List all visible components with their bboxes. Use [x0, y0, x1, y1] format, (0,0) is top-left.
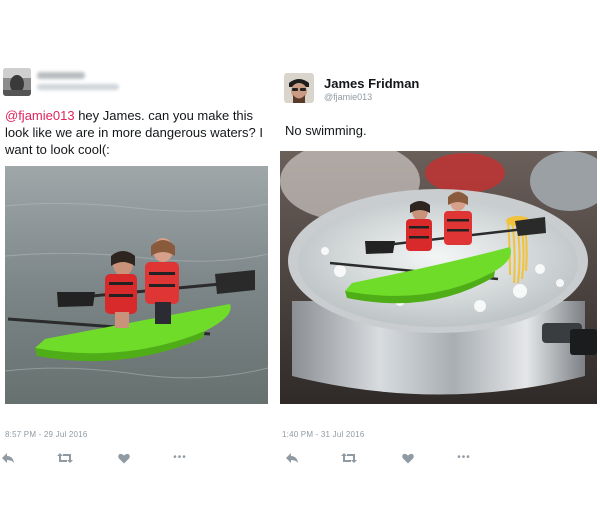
right-tweet: James Fridman @fjamie013 No swimming. 1:… [280, 0, 600, 521]
author-name[interactable]: James Fridman [324, 76, 419, 91]
tweet-text: @fjamie013 hey James. can you make this … [5, 107, 278, 158]
avatar[interactable] [3, 68, 31, 96]
retweet-icon[interactable] [57, 451, 73, 465]
author-handle[interactable]: @fjamie013 [324, 92, 372, 102]
more-icon[interactable]: ••• [172, 451, 188, 465]
mention-link[interactable]: @fjamie013 [5, 108, 75, 123]
reply-icon[interactable] [284, 451, 300, 465]
kayak-photo[interactable] [5, 166, 268, 404]
left-tweet: @fjamie013 hey James. can you make this … [0, 0, 280, 521]
like-icon[interactable] [116, 451, 132, 465]
retweet-icon[interactable] [341, 451, 357, 465]
tweet-text: No swimming. [285, 123, 367, 138]
blurred-author-name [37, 72, 85, 79]
tweet-actions: ••• [284, 451, 484, 465]
tweet-timestamp[interactable]: 8:57 PM - 29 Jul 2016 [5, 430, 87, 439]
reply-icon[interactable] [0, 451, 16, 465]
blurred-author-handle [37, 84, 119, 90]
more-icon[interactable]: ••• [456, 451, 472, 465]
tweet-actions: ••• [0, 451, 200, 465]
like-icon[interactable] [400, 451, 416, 465]
tweet-timestamp[interactable]: 1:40 PM - 31 Jul 2016 [282, 430, 364, 439]
kayak-in-boiling-pot-photo[interactable] [280, 151, 597, 404]
avatar[interactable] [284, 73, 314, 103]
